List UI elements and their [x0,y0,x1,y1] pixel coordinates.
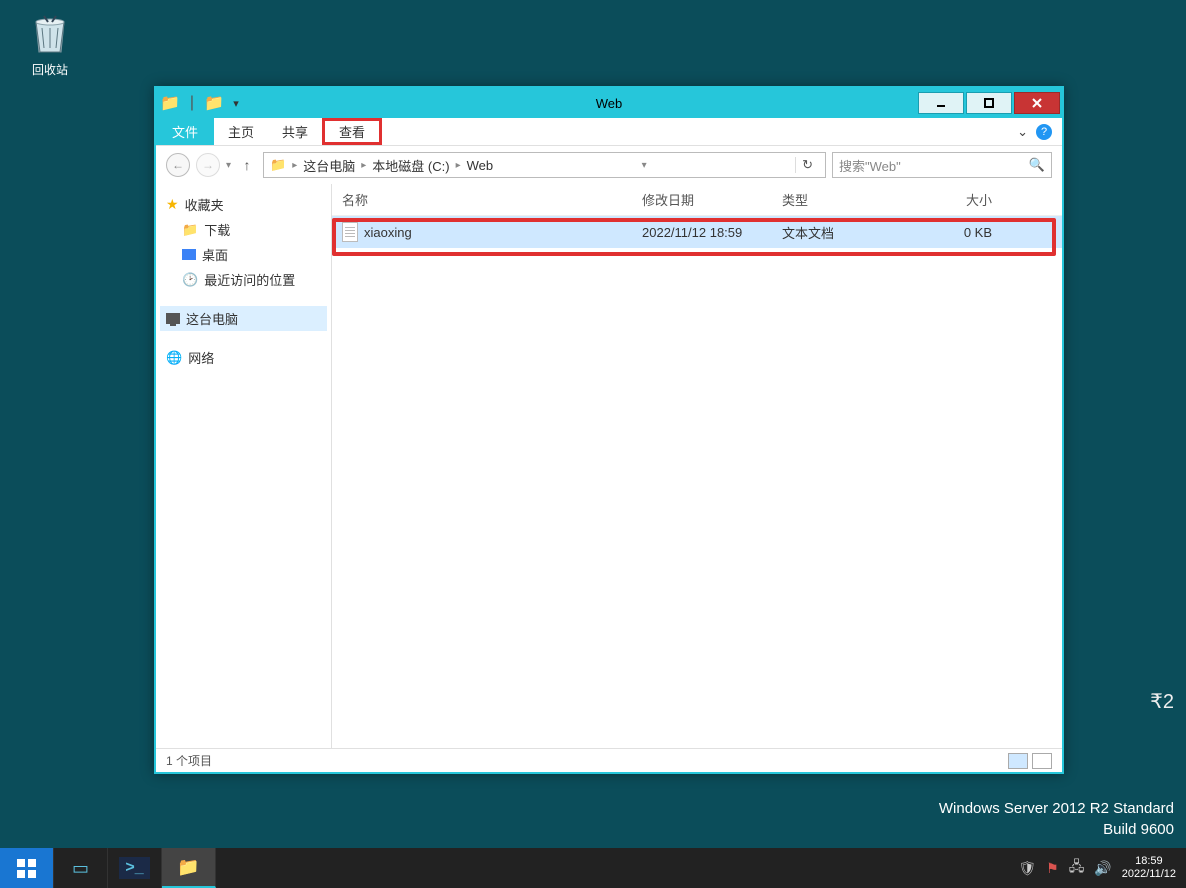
task-powershell[interactable]: >_ [108,848,162,888]
recent-icon: 🕑 [182,272,198,288]
breadcrumb[interactable]: 📁 ▸ 这台电脑 ▸ 本地磁盘 (C:) ▸ Web ▾ ↻ [263,152,826,178]
chevron-right-icon[interactable]: ▸ [361,160,366,171]
ribbon-home[interactable]: 主页 [214,118,268,145]
folder-icon: 📁 [270,157,286,173]
clock-date: 2022/11/12 [1122,868,1176,881]
tree-network[interactable]: 🌐网络 [160,345,327,370]
folder-icon: 📁 [182,222,198,238]
recycle-bin-label: 回收站 [20,61,80,78]
desktop-recycle-bin[interactable]: 回收站 [20,10,80,78]
flag-icon[interactable]: ⚑ [1046,860,1059,877]
tree-desktop[interactable]: 桌面 [160,242,327,267]
ribbon-expand-icon[interactable]: ⌄ [1017,124,1028,140]
start-button[interactable] [0,848,54,888]
tree-computer[interactable]: 这台电脑 [160,306,327,331]
text-file-icon [342,222,358,242]
qat: 📁 | 📁 ▾ [156,95,244,111]
chevron-right-icon[interactable]: ▸ [456,160,461,171]
dropdown-icon[interactable]: ▾ [228,95,244,111]
volume-icon[interactable]: 🔊 [1094,860,1111,877]
computer-icon [166,313,180,324]
folder-icon: 📁 [162,95,178,111]
chevron-right-icon[interactable]: ▸ [292,160,297,171]
file-name: xiaoxing [364,225,412,240]
network-tray-icon[interactable]: 🖧 [1069,856,1085,880]
task-server-manager[interactable]: ▭ [54,848,108,888]
server-icon: ▭ [72,858,89,879]
file-list: 名称 修改日期 类型 大小 xiaoxing 2022/11/12 18:59 … [332,184,1062,748]
tree-downloads[interactable]: 📁下载 [160,217,327,242]
column-headers[interactable]: 名称 修改日期 类型 大小 [332,184,1062,216]
desktop-system-info: ₹2 Windows Server 2012 R2 Standard Build… [939,798,1174,840]
crumb-computer[interactable]: 这台电脑 [303,156,355,175]
star-icon: ★ [166,196,179,213]
crumb-dropdown-icon[interactable]: ▾ [642,160,647,171]
ribbon: 文件 主页 共享 查看 ⌄ ? [156,118,1062,146]
clock[interactable]: 18:59 2022/11/12 [1122,855,1176,881]
folder-icon: 📁 [177,857,199,878]
nav-tree: ★收藏夹 📁下载 桌面 🕑最近访问的位置 这台电脑 🌐网络 [156,184,332,748]
help-icon[interactable]: ? [1036,124,1052,140]
search-placeholder: 搜索"Web" [839,156,901,175]
minimize-button[interactable] [918,92,964,114]
desktop-icon [182,249,196,260]
search-icon[interactable]: 🔍 [1029,157,1045,173]
close-button[interactable] [1014,92,1060,114]
taskbar: ▭ >_ 📁 🛡 ⚑ 🖧 🔊 18:59 2022/11/12 [0,848,1186,888]
edition-label: Windows Server 2012 R2 Standard [939,798,1174,819]
tree-recent[interactable]: 🕑最近访问的位置 [160,267,327,292]
item-count: 1 个项目 [166,752,212,769]
security-icon[interactable]: 🛡 [1018,860,1036,877]
maximize-button[interactable] [966,92,1012,114]
col-size[interactable]: 大小 [912,190,992,209]
file-date: 2022/11/12 18:59 [642,225,782,240]
recent-dropdown-icon[interactable]: ▾ [226,160,231,171]
recycle-bin-icon [26,10,74,58]
titlebar[interactable]: 📁 | 📁 ▾ Web [156,88,1062,118]
ribbon-file[interactable]: 文件 [156,118,214,145]
edition-fragment: ₹2 [1150,688,1174,716]
search-input[interactable]: 搜索"Web" 🔍 [832,152,1052,178]
file-row[interactable]: xiaoxing 2022/11/12 18:59 文本文档 0 KB [332,216,1062,248]
address-bar: ← → ▾ ↑ 📁 ▸ 这台电脑 ▸ 本地磁盘 (C:) ▸ Web ▾ ↻ 搜… [156,146,1062,184]
thumbnails-view-button[interactable] [1032,753,1052,769]
build-label: Build 9600 [939,819,1174,840]
col-date[interactable]: 修改日期 [642,190,782,209]
crumb-drive[interactable]: 本地磁盘 (C:) [372,156,449,175]
clock-time: 18:59 [1122,855,1176,868]
status-bar: 1 个项目 [156,748,1062,772]
task-explorer[interactable]: 📁 [162,848,216,888]
ribbon-share[interactable]: 共享 [268,118,322,145]
col-name[interactable]: 名称 [342,190,642,209]
network-icon: 🌐 [166,350,182,366]
file-size: 0 KB [912,225,992,240]
ribbon-view[interactable]: 查看 [322,118,382,145]
nav-up-button[interactable]: ↑ [237,157,257,173]
nav-forward-button[interactable]: → [196,153,220,177]
col-type[interactable]: 类型 [782,190,912,209]
crumb-folder[interactable]: Web [467,158,494,173]
file-type: 文本文档 [782,223,912,242]
refresh-button[interactable]: ↻ [795,157,819,173]
new-folder-icon[interactable]: 📁 [206,95,222,111]
divider-icon: | [184,95,200,111]
tree-favorites[interactable]: ★收藏夹 [160,192,327,217]
nav-back-button[interactable]: ← [166,153,190,177]
window-title: Web [596,96,623,111]
powershell-icon: >_ [119,857,149,879]
explorer-window: 📁 | 📁 ▾ Web 文件 主页 共享 查看 ⌄ ? ← → ▾ ↑ 📁 ▸ … [154,86,1064,774]
details-view-button[interactable] [1008,753,1028,769]
system-tray: 🛡 ⚑ 🖧 🔊 18:59 2022/11/12 [1008,848,1186,888]
